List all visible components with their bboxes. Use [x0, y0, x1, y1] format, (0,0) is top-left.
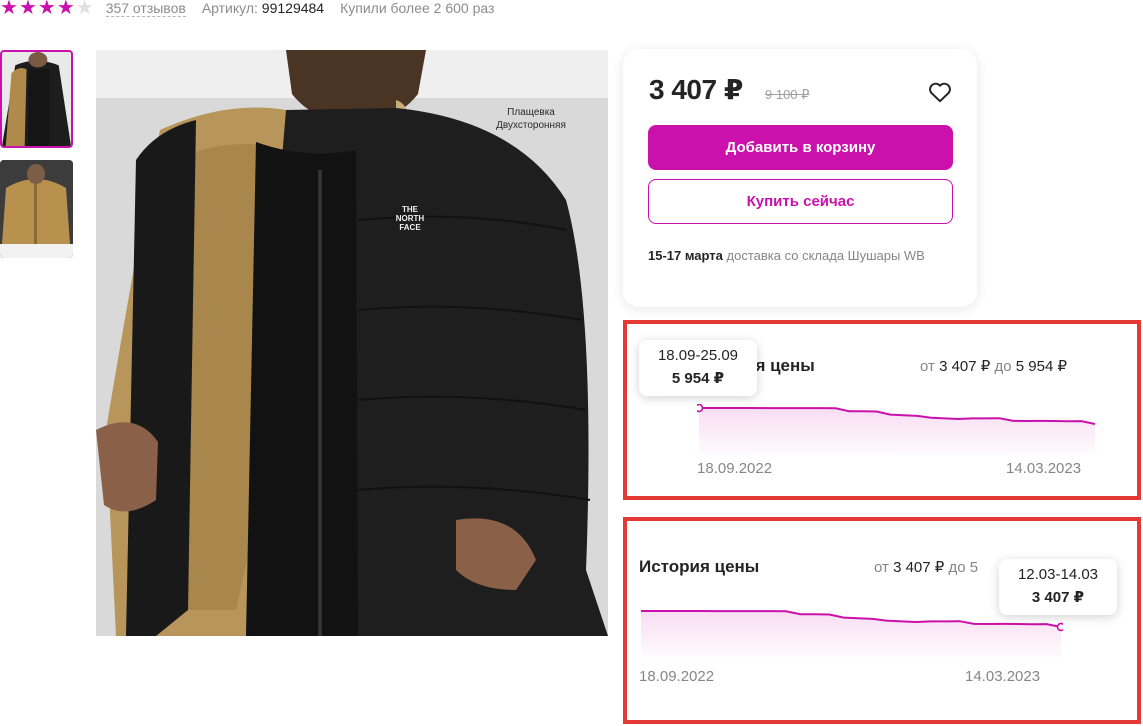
- tooltip-date-range: 18.09-25.09: [657, 347, 739, 364]
- tooltip-date-range: 12.03-14.03: [1017, 566, 1099, 583]
- chart-end-date: 14.03.2023: [1006, 460, 1082, 477]
- range-to-value: 5 954 ₽: [1015, 358, 1067, 375]
- price-history-panel-2: История цены от 3 407 ₽ до 5 18.09.2022 …: [623, 517, 1141, 724]
- price-history-chart[interactable]: [697, 404, 1097, 454]
- chart-end-date: 14.03.2023: [965, 668, 1041, 685]
- buy-now-button[interactable]: Купить сейчас: [648, 179, 953, 224]
- star-icon: ★: [56, 0, 75, 19]
- star-icon: ★: [18, 0, 37, 19]
- price-history-title: История цены: [639, 557, 760, 576]
- star-empty-icon: ★: [75, 0, 94, 19]
- old-price: 9 100 ₽: [765, 87, 810, 102]
- price-tooltip: 12.03-14.03 3 407 ₽: [999, 559, 1117, 615]
- delivery-text: доставка со склада Шушары WB: [722, 248, 925, 263]
- range-from-label: от: [920, 358, 940, 375]
- delivery-date: 15-17 марта: [648, 248, 723, 263]
- price-history-point: [697, 404, 704, 413]
- product-thumbnail-2[interactable]: [0, 160, 73, 258]
- product-thumbnail-1[interactable]: [0, 50, 73, 148]
- delivery-info: 15-17 марта доставка со склада Шушары WB: [648, 246, 948, 266]
- chart-start-date: 18.09.2022: [639, 668, 715, 685]
- price-card: 3 407 ₽ 9 100 ₽ Добавить в корзину Купит…: [623, 49, 977, 307]
- photo-caption-line1: Плащевка: [507, 107, 555, 118]
- price-tooltip: 18.09-25.09 5 954 ₽: [639, 340, 757, 396]
- article-number: Артикул: 99129484: [202, 0, 324, 16]
- star-icon: ★: [37, 0, 56, 19]
- heart-icon[interactable]: [927, 79, 953, 105]
- price-history-range: от 3 407 ₽ до 5: [874, 558, 978, 576]
- article-label: Артикул:: [201, 0, 258, 16]
- star-icon: ★: [0, 0, 18, 19]
- chart-start-date: 18.09.2022: [697, 460, 773, 477]
- range-from-value: 3 407 ₽: [893, 559, 945, 576]
- svg-text:NORTH: NORTH: [396, 214, 425, 223]
- tooltip-price: 5 954 ₽: [671, 370, 725, 387]
- reviews-link[interactable]: 357 отзывов: [105, 0, 186, 17]
- rating-stars: ★ ★ ★ ★ ★: [0, 0, 94, 18]
- range-from-value: 3 407 ₽: [939, 358, 991, 375]
- range-from-label: от: [874, 559, 894, 576]
- article-value: 99129484: [261, 0, 325, 16]
- photo-caption-line2: Двухсторонняя: [496, 120, 566, 131]
- range-to-label: до: [990, 358, 1016, 375]
- svg-text:THE: THE: [402, 205, 419, 214]
- svg-text:FACE: FACE: [399, 223, 421, 232]
- product-meta-row: ★ ★ ★ ★ ★ 357 отзывов Артикул: 99129484 …: [0, 0, 510, 20]
- tooltip-price: 3 407 ₽: [1031, 589, 1085, 606]
- price-history-chart[interactable]: [639, 607, 1063, 657]
- current-price: 3 407 ₽: [649, 74, 743, 105]
- product-main-photo[interactable]: THE NORTH FACE Плащевка Двухсторонняя: [96, 50, 608, 636]
- bought-count: Купили более 2 600 раз: [340, 0, 495, 16]
- price-history-range: от 3 407 ₽ до 5 954 ₽: [920, 357, 1067, 375]
- price-history-point: [1056, 622, 1063, 632]
- price-history-panel-1: ия цены от 3 407 ₽ до 5 954 ₽ 18.09.2022…: [623, 320, 1141, 500]
- range-to-label: до 5: [944, 559, 979, 576]
- add-to-cart-button[interactable]: Добавить в корзину: [648, 125, 953, 170]
- photo-caption: Плащевка Двухсторонняя: [476, 106, 586, 132]
